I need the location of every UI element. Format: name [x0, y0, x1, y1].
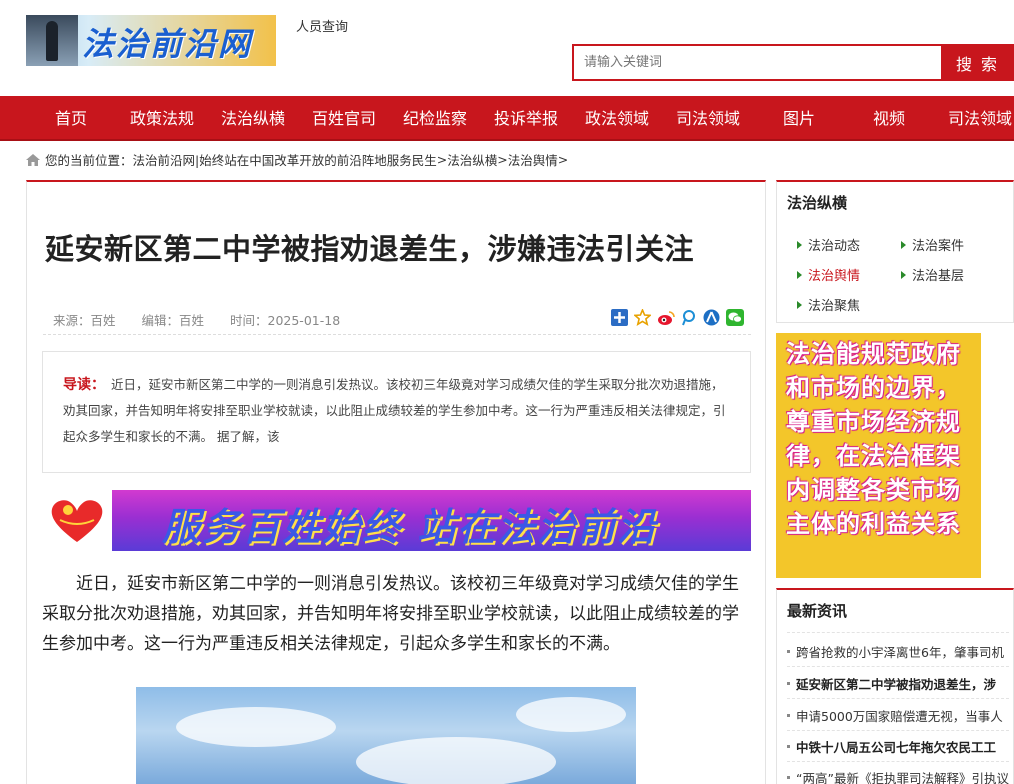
article-time: 时间：2025-01-18 — [230, 313, 341, 328]
category-item-dynamics[interactable]: 法治动态 — [797, 235, 860, 254]
cloud-shape — [356, 737, 556, 784]
share-plus-icon[interactable] — [610, 308, 629, 327]
sidebar-ad[interactable]: 法治能规范政府和市场的边界，尊重市场经济规律，在法治框架内调整各类市场主体的利益… — [776, 333, 981, 578]
category-item-grassroots[interactable]: 法治基层 — [901, 265, 964, 284]
nav-item-videos[interactable]: 视频 — [873, 96, 905, 141]
latest-news-box: 最新资讯 跨省抢救的小宇泽离世6年，肇事司机 延安新区第二中学被指劝退差生，涉 … — [776, 588, 1014, 784]
nav-item-complaints[interactable]: 投诉举报 — [494, 96, 558, 141]
nav-item-judicial-2[interactable]: 司法领域 — [948, 96, 1012, 141]
summary-text: 近日，延安市新区第二中学的一则消息引发热议。该校初三年级竟对学习成绩欠佳的学生采… — [63, 377, 726, 444]
site-logo[interactable]: 法治前沿网 — [26, 15, 276, 66]
article-title: 延安新区第二中学被指劝退差生，涉嫌违法引关注 — [45, 232, 695, 266]
weibo-icon[interactable] — [656, 308, 675, 327]
breadcrumb: 您的当前位置： 法治前沿网|始终站在中国改革开放的前沿阵地服务民生 > 法治纵横… — [26, 150, 568, 169]
cloud-shape — [516, 697, 626, 732]
news-item[interactable]: 跨省抢救的小宇泽离世6年，肇事司机 — [787, 642, 1009, 661]
bullet-triangle-icon — [797, 270, 802, 279]
heart-icon — [51, 500, 103, 542]
search-button[interactable]: 搜 索 — [941, 44, 1014, 81]
nav-item-discipline[interactable]: 纪检监察 — [403, 96, 467, 141]
bullet-dot-icon — [787, 650, 790, 653]
article-meta: 来源：百姓 编辑：百姓 时间：2025-01-18 — [53, 310, 362, 329]
news-divider — [787, 666, 1009, 667]
article-source: 来源：百姓 — [53, 313, 116, 328]
cloud-shape — [176, 707, 336, 747]
bullet-dot-icon — [787, 714, 790, 717]
promo-banner[interactable]: 服务百姓始终 站在法治前沿 — [42, 490, 751, 551]
article-panel: 延安新区第二中学被指劝退差生，涉嫌违法引关注 来源：百姓 编辑：百姓 时间：20… — [26, 180, 766, 784]
bullet-triangle-icon — [901, 270, 906, 279]
article-editor: 编辑：百姓 — [141, 313, 205, 328]
breadcrumb-site[interactable]: 法治前沿网|始终站在中国改革开放的前沿阵地服务民生 — [133, 150, 437, 169]
news-item[interactable]: 延安新区第二中学被指劝退差生，涉 — [787, 674, 1009, 693]
personnel-query-link[interactable]: 人员查询 — [296, 16, 348, 35]
renren-icon[interactable] — [702, 308, 721, 327]
main-nav: 首页 政策法规 法治纵横 百姓官司 纪检监察 投诉举报 政法领域 司法领域 图片… — [0, 96, 1014, 141]
home-icon — [26, 153, 40, 166]
logo-text: 法治前沿网 — [82, 25, 253, 63]
bullet-dot-icon — [787, 745, 790, 748]
news-divider — [787, 761, 1009, 762]
breadcrumb-level2[interactable]: 法治舆情 — [508, 150, 558, 169]
bullet-triangle-icon — [797, 300, 802, 309]
news-divider — [787, 730, 1009, 731]
bullet-dot-icon — [787, 776, 790, 779]
news-item[interactable]: 申请5000万国家赔偿遭无视，当事人 — [787, 706, 1009, 725]
latest-news-title: 最新资讯 — [787, 602, 848, 620]
article-body: 近日，延安市新区第二中学的一则消息引发热议。该校初三年级竟对学习成绩欠佳的学生采… — [42, 574, 739, 654]
meta-divider — [43, 334, 751, 335]
article-photo — [136, 687, 636, 784]
nav-item-lawsuits[interactable]: 百姓官司 — [312, 96, 376, 141]
justice-statue-icon — [26, 15, 78, 66]
breadcrumb-separator: > — [436, 152, 448, 167]
nav-item-pictures[interactable]: 图片 — [783, 96, 815, 141]
category-title: 法治纵横 — [787, 194, 848, 212]
category-item-focus[interactable]: 法治聚焦 — [797, 295, 860, 314]
news-divider — [787, 632, 1009, 633]
article-summary: 导读： 近日，延安市新区第二中学的一则消息引发热议。该校初三年级竟对学习成绩欠佳的… — [42, 351, 751, 473]
tencent-weibo-icon[interactable] — [679, 308, 698, 327]
breadcrumb-separator: > — [497, 152, 508, 167]
nav-item-judicial[interactable]: 司法领域 — [676, 96, 740, 141]
nav-item-policy[interactable]: 政策法规 — [130, 96, 194, 141]
bullet-triangle-icon — [797, 240, 802, 249]
breadcrumb-separator: > — [557, 152, 569, 167]
nav-item-law-overview[interactable]: 法治纵横 — [221, 96, 285, 141]
news-item[interactable]: 中铁十八局五公司七年拖欠农民工工 — [787, 737, 1009, 756]
banner-slogan: 服务百姓始终 站在法治前沿 — [162, 505, 658, 549]
ad-text: 法治能规范政府和市场的边界，尊重市场经济规律，在法治框架内调整各类市场主体的利益… — [786, 340, 961, 538]
wechat-icon[interactable] — [725, 308, 744, 327]
breadcrumb-prefix: 您的当前位置： — [45, 153, 133, 168]
nav-item-politics-law[interactable]: 政法领域 — [585, 96, 649, 141]
search-input[interactable] — [572, 44, 942, 81]
category-item-public-opinion[interactable]: 法治舆情 — [797, 265, 860, 284]
category-box: 法治纵横 法治动态 法治案件 法治舆情 法治基层 法治聚焦 — [776, 180, 1014, 323]
breadcrumb-level1[interactable]: 法治纵横 — [447, 150, 497, 169]
category-item-cases[interactable]: 法治案件 — [901, 235, 964, 254]
heart-emblem — [42, 490, 112, 551]
bullet-triangle-icon — [901, 240, 906, 249]
summary-label: 导读： — [63, 377, 105, 393]
bullet-dot-icon — [787, 682, 790, 685]
favorite-star-icon[interactable] — [633, 308, 652, 327]
news-item[interactable]: “两高”最新《拒执罪司法解释》引执议 — [787, 768, 1009, 784]
share-bar — [610, 308, 744, 327]
nav-item-home[interactable]: 首页 — [55, 96, 87, 141]
news-divider — [787, 698, 1009, 699]
